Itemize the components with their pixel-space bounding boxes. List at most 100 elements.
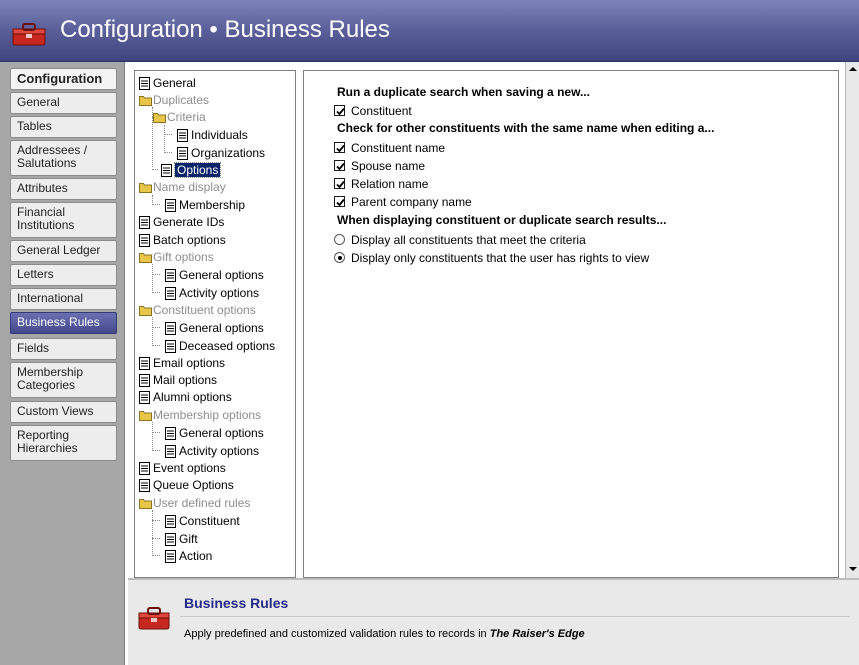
options-panel: Run a duplicate search when saving a new… [303,70,839,578]
tree-node-udr-action[interactable]: Action [165,548,212,565]
footer-description: Apply predefined and customized validati… [184,628,585,640]
document-icon [165,287,176,301]
tree-node-individuals[interactable]: Individuals [177,127,248,144]
check-icon [336,145,345,153]
sidebar-item-letters[interactable]: Letters [10,264,117,286]
display-all-radio[interactable] [334,234,345,246]
tree-node-gift-options[interactable]: Gift options [139,249,214,266]
document-icon [165,445,176,459]
scroll-up-icon[interactable] [848,64,858,74]
tree-node-email-options[interactable]: Email options [139,355,225,372]
check-icon [336,108,345,116]
relation-name-checkbox[interactable] [334,178,345,190]
tree-node-duplicates[interactable]: Duplicates [139,92,209,109]
sidebar-item-financial-institutions[interactable]: Financial Institutions [10,202,117,238]
tree-node-constituent-general-options[interactable]: General options [165,320,264,337]
sidebar-item-membership-categories[interactable]: Membership Categories [10,362,117,398]
toolbox-icon [12,23,46,46]
tree-node-queue-options[interactable]: Queue Options [139,477,234,494]
tree-node-generate-ids[interactable]: Generate IDs [139,214,224,231]
sidebar-item-business-rules[interactable]: Business Rules [10,312,117,334]
tree-node-gift-activity-options[interactable]: Activity options [165,285,259,302]
window-header: Configuration • Business Rules [0,0,859,62]
tree-node-name-display[interactable]: Name display [139,179,226,196]
document-icon [165,340,176,354]
document-icon [165,533,176,547]
checkbox-row-constituent[interactable]: Constituent [334,102,412,118]
constituent-name-checkbox[interactable] [334,142,345,154]
sidebar-item-fields[interactable]: Fields [10,338,117,360]
config-sidebar: Configuration General Tables Addressees … [0,62,125,665]
document-icon [161,164,172,178]
folder-icon [139,251,152,264]
document-icon [139,374,150,388]
check-icon [336,163,345,171]
radio-row-display-all[interactable]: Display all constituents that meet the c… [334,231,586,247]
document-icon [165,269,176,283]
display-rights-radio[interactable] [334,252,345,264]
tree-node-general[interactable]: General [139,75,196,92]
page-title: Configuration • Business Rules [60,16,390,43]
sidebar-item-custom-views[interactable]: Custom Views [10,401,117,423]
sidebar-item-general-ledger[interactable]: General Ledger [10,240,117,262]
document-icon [139,462,150,476]
parent-company-name-checkbox[interactable] [334,196,345,208]
checkbox-row-parent-company-name[interactable]: Parent company name [334,193,472,209]
sidebar-item-tables[interactable]: Tables [10,116,117,138]
vertical-scrollbar[interactable] [845,62,859,578]
tree-node-options[interactable]: Options [161,162,222,179]
tree-node-criteria[interactable]: Criteria [153,109,206,126]
tree-node-deceased-options[interactable]: Deceased options [165,338,275,355]
checkbox-row-constituent-name[interactable]: Constituent name [334,139,445,155]
sidebar-item-reporting-hierarchies[interactable]: Reporting Hierarchies [10,425,117,461]
tree-node-gift-general-options[interactable]: General options [165,267,264,284]
checkbox-row-spouse-name[interactable]: Spouse name [334,157,425,173]
section-heading-same-name: Check for other constituents with the sa… [337,121,715,135]
folder-icon [139,304,152,317]
scroll-down-icon[interactable] [848,564,858,574]
tree-node-organizations[interactable]: Organizations [177,145,265,162]
sidebar-item-attributes[interactable]: Attributes [10,178,117,200]
tree-node-membership-general-options[interactable]: General options [165,425,264,442]
folder-icon [139,409,152,422]
tree-node-membership-activity-options[interactable]: Activity options [165,443,259,460]
business-rules-tree: General Duplicates Criteria Individuals … [134,70,296,578]
tree-node-udr-gift[interactable]: Gift [165,531,198,548]
check-icon [336,181,345,189]
document-icon [177,147,188,161]
sidebar-item-general[interactable]: General [10,92,117,114]
product-name: The Raiser's Edge [489,628,585,640]
document-icon [139,391,150,405]
tree-node-alumni-options[interactable]: Alumni options [139,389,232,406]
checkbox-row-relation-name[interactable]: Relation name [334,175,428,191]
section-heading-duplicate-search: Run a duplicate search when saving a new… [337,85,590,99]
tree-node-membership-options[interactable]: Membership options [139,407,261,424]
section-heading-display-results: When displaying constituent or duplicate… [337,213,667,227]
tree-node-batch-options[interactable]: Batch options [139,232,226,249]
check-icon [336,199,345,207]
tree-node-event-options[interactable]: Event options [139,460,226,477]
sidebar-item-international[interactable]: International [10,288,117,310]
tree-node-user-defined-rules[interactable]: User defined rules [139,495,250,512]
radio-row-display-rights[interactable]: Display only constituents that the user … [334,249,649,265]
tree-node-udr-constituent[interactable]: Constituent [165,513,240,530]
tree-node-constituent-options[interactable]: Constituent options [139,302,256,319]
sidebar-item-addressees-salutations[interactable]: Addressees / Salutations [10,140,117,176]
document-icon [139,479,150,493]
toolbox-icon [138,607,170,630]
document-icon [139,77,150,91]
folder-open-icon [153,111,166,124]
footer-divider [180,616,850,617]
spouse-name-checkbox[interactable] [334,160,345,172]
tree-node-mail-options[interactable]: Mail options [139,372,217,389]
constituent-checkbox[interactable] [334,105,345,117]
document-icon [165,427,176,441]
document-icon [139,357,150,371]
tree-node-membership[interactable]: Membership [165,197,245,214]
document-icon [177,129,188,143]
document-icon [165,515,176,529]
folder-icon [139,181,152,194]
document-icon [139,216,150,230]
folder-icon [139,497,152,510]
sidebar-item-configuration[interactable]: Configuration [10,68,117,90]
